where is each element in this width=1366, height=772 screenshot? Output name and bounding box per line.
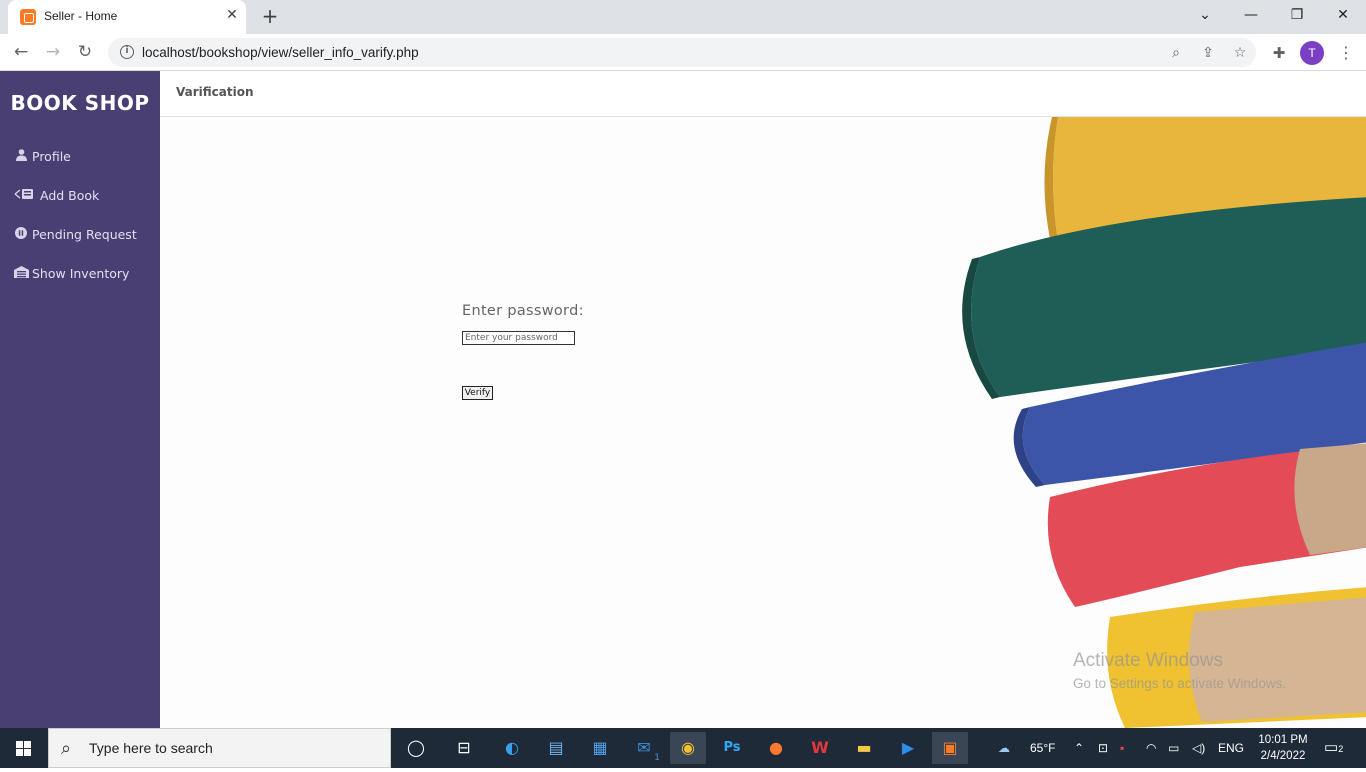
taskbar-search-box[interactable]: ⌕ Type here to search <box>48 728 391 768</box>
verification-form: Enter password: Verify <box>462 303 584 400</box>
brand-logo[interactable]: BOOK SHOP <box>0 91 160 115</box>
main-content: Enter password: Verify Activate Windows … <box>160 117 1366 728</box>
media-player-icon[interactable]: ▶ <box>890 732 926 764</box>
device-icon[interactable]: ⊡ <box>1098 728 1108 768</box>
browser-menu-icon[interactable]: ⋮ <box>1336 42 1356 64</box>
xampp-favicon-icon <box>20 9 36 25</box>
windows-taskbar: ⌕ Type here to search ◯ ⊟ ◐ ▤ ▦ ✉ 1 ◉ Ps … <box>0 728 1366 768</box>
page-title: Varification <box>176 85 254 99</box>
mail-icon[interactable]: ✉ 1 <box>626 732 662 764</box>
clock-date: 2/4/2022 <box>1260 750 1306 762</box>
battery-icon[interactable]: ▭ <box>1168 728 1179 768</box>
share-icon[interactable]: ⇪ <box>1198 43 1218 63</box>
browser-window: Seller - Home ✕ + ⌄ — ❐ ✕ ← → ↻ i localh… <box>0 0 1366 728</box>
notification-count: 2 <box>1338 744 1344 754</box>
file-explorer-icon[interactable]: ▬ <box>846 732 882 764</box>
sidebar-item-label: Show Inventory <box>32 266 130 281</box>
wps-office-icon[interactable]: W <box>802 732 838 764</box>
password-label: Enter password: <box>462 303 584 319</box>
xampp-icon[interactable]: ▣ <box>932 732 968 764</box>
wifi-icon[interactable]: ◠ <box>1146 728 1156 768</box>
back-button[interactable]: ← <box>8 40 34 66</box>
sidebar-item-label: Add Book <box>40 188 100 203</box>
profile-avatar[interactable]: T <box>1300 41 1324 65</box>
bookmark-star-icon[interactable]: ☆ <box>1230 43 1250 63</box>
reload-button[interactable]: ↻ <box>72 40 98 66</box>
system-clock[interactable]: 10:01 PM 2/4/2022 <box>1255 732 1311 764</box>
minimize-button[interactable]: — <box>1228 0 1274 32</box>
user-icon <box>12 147 30 167</box>
url-text[interactable]: localhost/bookshop/view/seller_info_vari… <box>142 45 419 60</box>
task-view-icon[interactable]: ⊟ <box>446 732 482 764</box>
watermark-subtitle: Go to Settings to activate Windows. <box>1073 676 1287 691</box>
forward-button[interactable]: → <box>40 40 66 66</box>
zoom-icon[interactable]: ⌕ <box>1166 43 1186 63</box>
sidebar-item-pending-request[interactable]: Pending Request <box>12 225 137 245</box>
volume-icon[interactable]: ◁) <box>1192 728 1205 768</box>
sidebar-item-show-inventory[interactable]: Show Inventory <box>12 264 129 284</box>
site-info-icon[interactable]: i <box>120 45 134 59</box>
start-button[interactable] <box>0 728 48 768</box>
weather-icon[interactable]: ☁ <box>998 728 1010 768</box>
activate-windows-watermark: Activate Windows Go to Settings to activ… <box>1073 650 1286 691</box>
restore-button[interactable]: ❐ <box>1274 0 1320 32</box>
edge-icon[interactable]: ◐ <box>494 732 530 764</box>
search-placeholder: Type here to search <box>89 740 213 756</box>
clock-time: 10:01 PM <box>1258 734 1308 746</box>
antivirus-icon[interactable]: ▪ <box>1120 728 1124 768</box>
close-window-button[interactable]: ✕ <box>1320 0 1366 32</box>
sidebar-item-label: Profile <box>32 149 71 164</box>
browser-toolbar: ← → ↻ i localhost/bookshop/view/seller_i… <box>0 34 1366 71</box>
browser-tab[interactable]: Seller - Home ✕ <box>8 0 246 34</box>
windows-logo-icon <box>16 741 31 756</box>
network-app-icon[interactable]: ▤ <box>538 732 574 764</box>
tab-title: Seller - Home <box>44 9 118 23</box>
sidebar: BOOK SHOP Profile Add Book Pending Reque… <box>0 71 160 728</box>
sidebar-item-label: Pending Request <box>32 227 137 242</box>
tab-strip: Seller - Home ✕ + ⌄ — ❐ ✕ <box>0 0 1366 34</box>
close-tab-icon[interactable]: ✕ <box>224 7 240 23</box>
photoshop-icon[interactable]: Ps <box>714 732 750 764</box>
tray-chevron-icon[interactable]: ⌃ <box>1074 728 1084 768</box>
add-book-icon <box>12 186 38 206</box>
sidebar-item-profile[interactable]: Profile <box>12 147 71 167</box>
password-input[interactable] <box>462 331 575 345</box>
language-indicator[interactable]: ENG <box>1218 728 1244 768</box>
address-bar[interactable]: i localhost/bookshop/view/seller_info_va… <box>108 38 1256 67</box>
new-tab-button[interactable]: + <box>258 5 282 29</box>
tab-search-chevron-icon[interactable]: ⌄ <box>1182 0 1228 32</box>
watermark-title: Activate Windows <box>1073 650 1223 671</box>
page-header: Varification <box>160 71 1366 117</box>
notifications-icon[interactable]: ▭2 <box>1324 728 1343 768</box>
web-page: BOOK SHOP Profile Add Book Pending Reque… <box>0 71 1366 728</box>
book-stack-illustration <box>962 117 1366 728</box>
cortana-icon[interactable]: ◯ <box>398 732 434 764</box>
sidebar-item-add-book[interactable]: Add Book <box>12 186 99 206</box>
verify-button[interactable]: Verify <box>462 386 493 400</box>
mail-badge: 1 <box>654 753 660 763</box>
firefox-icon[interactable]: ● <box>758 732 794 764</box>
warehouse-icon <box>12 264 30 284</box>
store-icon[interactable]: ▦ <box>582 732 618 764</box>
pause-circle-icon <box>12 225 30 245</box>
weather-temperature[interactable]: 65°F <box>1030 728 1055 768</box>
chrome-icon[interactable]: ◉ <box>670 732 706 764</box>
search-icon: ⌕ <box>61 738 72 759</box>
extensions-icon[interactable]: ✚ <box>1268 42 1290 64</box>
